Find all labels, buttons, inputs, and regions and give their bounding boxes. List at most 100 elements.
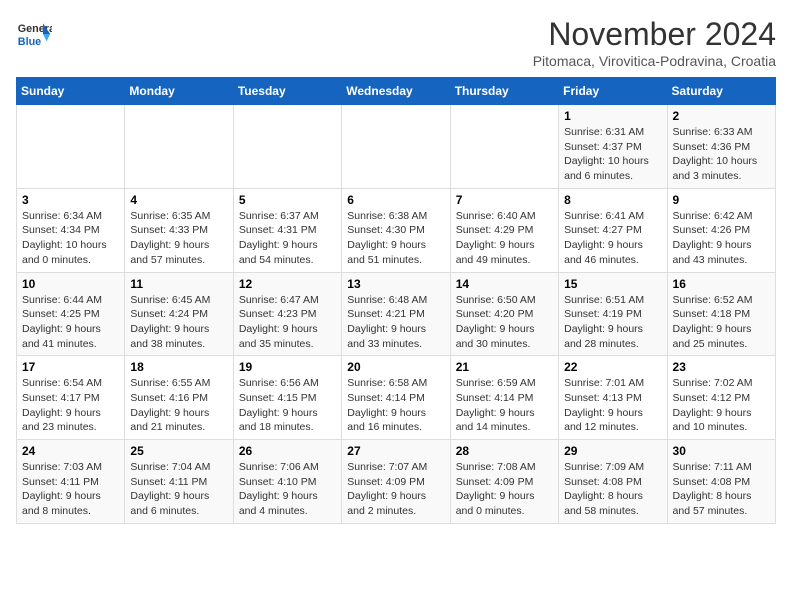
day-info: Sunrise: 6:52 AM Sunset: 4:18 PM Dayligh… (673, 293, 770, 352)
calendar-cell: 4Sunrise: 6:35 AM Sunset: 4:33 PM Daylig… (125, 188, 233, 272)
calendar-cell: 1 Sunrise: 6:31 AM Sunset: 4:37 PM Daylig… (559, 105, 667, 189)
calendar-cell: 29 Sunrise: 7:09 AM Sunset: 4:08 PM Dayli… (559, 440, 667, 524)
day-number: 17 (22, 360, 119, 374)
day-info: Sunrise: 6:37 AM Sunset: 4:31 PM Dayligh… (239, 209, 336, 268)
calendar-cell (450, 105, 558, 189)
calendar-cell: 2Sunrise: 6:33 AM Sunset: 4:36 PM Daylig… (667, 105, 775, 189)
day-info: Sunrise: 7:04 AM Sunset: 4:11 PM Dayligh… (130, 460, 227, 519)
day-info: Sunrise: 6:41 AM Sunset: 4:27 PM Dayligh… (564, 209, 661, 268)
day-number: 13 (347, 277, 444, 291)
calendar-cell: 14 Sunrise: 6:50 AM Sunset: 4:20 PM Dayli… (450, 272, 558, 356)
logo-icon: General Blue (16, 16, 52, 52)
day-number: 19 (239, 360, 336, 374)
day-number: 7 (456, 193, 553, 207)
day-info: Sunrise: 6:31 AM Sunset: 4:37 PM Dayligh… (564, 125, 661, 184)
day-number: 1 (564, 109, 661, 123)
calendar-cell: 22Sunrise: 7:01 AM Sunset: 4:13 PM Dayli… (559, 356, 667, 440)
day-number: 11 (130, 277, 227, 291)
day-info: Sunrise: 6:50 AM Sunset: 4:20 PM Dayligh… (456, 293, 553, 352)
weekday-header-saturday: Saturday (667, 78, 775, 105)
svg-text:Blue: Blue (18, 36, 41, 48)
calendar-cell: 13Sunrise: 6:48 AM Sunset: 4:21 PM Dayli… (342, 272, 450, 356)
day-number: 14 (456, 277, 553, 291)
calendar-cell: 3 Sunrise: 6:34 AM Sunset: 4:34 PM Daylig… (17, 188, 125, 272)
day-number: 3 (22, 193, 119, 207)
week-row-3: 10 Sunrise: 6:44 AM Sunset: 4:25 PM Dayli… (17, 272, 776, 356)
calendar-cell: 23Sunrise: 7:02 AM Sunset: 4:12 PM Dayli… (667, 356, 775, 440)
weekday-header-monday: Monday (125, 78, 233, 105)
day-number: 29 (564, 444, 661, 458)
logo: General Blue (16, 16, 52, 52)
day-number: 18 (130, 360, 227, 374)
day-info: Sunrise: 7:08 AM Sunset: 4:09 PM Dayligh… (456, 460, 553, 519)
week-row-5: 24 Sunrise: 7:03 AM Sunset: 4:11 PM Dayli… (17, 440, 776, 524)
calendar-header: SundayMondayTuesdayWednesdayThursdayFrid… (17, 78, 776, 105)
weekday-header-thursday: Thursday (450, 78, 558, 105)
location-subtitle: Pitomaca, Virovitica-Podravina, Croatia (533, 53, 776, 69)
day-info: Sunrise: 6:44 AM Sunset: 4:25 PM Dayligh… (22, 293, 119, 352)
day-number: 20 (347, 360, 444, 374)
weekday-header-friday: Friday (559, 78, 667, 105)
day-info: Sunrise: 7:02 AM Sunset: 4:12 PM Dayligh… (673, 376, 770, 435)
title-area: November 2024 Pitomaca, Virovitica-Podra… (533, 16, 776, 69)
day-info: Sunrise: 6:56 AM Sunset: 4:15 PM Dayligh… (239, 376, 336, 435)
calendar-cell: 8 Sunrise: 6:41 AM Sunset: 4:27 PM Daylig… (559, 188, 667, 272)
calendar-cell: 12 Sunrise: 6:47 AM Sunset: 4:23 PM Dayli… (233, 272, 341, 356)
day-number: 26 (239, 444, 336, 458)
day-info: Sunrise: 7:09 AM Sunset: 4:08 PM Dayligh… (564, 460, 661, 519)
calendar-cell: 6 Sunrise: 6:38 AM Sunset: 4:30 PM Daylig… (342, 188, 450, 272)
day-number: 8 (564, 193, 661, 207)
day-info: Sunrise: 7:07 AM Sunset: 4:09 PM Dayligh… (347, 460, 444, 519)
day-number: 27 (347, 444, 444, 458)
calendar-cell: 26Sunrise: 7:06 AM Sunset: 4:10 PM Dayli… (233, 440, 341, 524)
day-number: 30 (673, 444, 770, 458)
calendar-cell (17, 105, 125, 189)
calendar-cell: 7 Sunrise: 6:40 AM Sunset: 4:29 PM Daylig… (450, 188, 558, 272)
calendar-cell (233, 105, 341, 189)
day-number: 15 (564, 277, 661, 291)
week-row-1: 1 Sunrise: 6:31 AM Sunset: 4:37 PM Daylig… (17, 105, 776, 189)
day-number: 24 (22, 444, 119, 458)
calendar-table: SundayMondayTuesdayWednesdayThursdayFrid… (16, 77, 776, 524)
day-info: Sunrise: 6:54 AM Sunset: 4:17 PM Dayligh… (22, 376, 119, 435)
calendar-cell: 11Sunrise: 6:45 AM Sunset: 4:24 PM Dayli… (125, 272, 233, 356)
calendar-cell: 28 Sunrise: 7:08 AM Sunset: 4:09 PM Dayli… (450, 440, 558, 524)
calendar-cell (342, 105, 450, 189)
calendar-body: 1 Sunrise: 6:31 AM Sunset: 4:37 PM Daylig… (17, 105, 776, 524)
day-number: 21 (456, 360, 553, 374)
day-info: Sunrise: 6:51 AM Sunset: 4:19 PM Dayligh… (564, 293, 661, 352)
day-number: 16 (673, 277, 770, 291)
weekday-header-tuesday: Tuesday (233, 78, 341, 105)
day-info: Sunrise: 6:38 AM Sunset: 4:30 PM Dayligh… (347, 209, 444, 268)
day-info: Sunrise: 6:33 AM Sunset: 4:36 PM Dayligh… (673, 125, 770, 184)
calendar-cell: 24 Sunrise: 7:03 AM Sunset: 4:11 PM Dayli… (17, 440, 125, 524)
day-number: 28 (456, 444, 553, 458)
week-row-4: 17 Sunrise: 6:54 AM Sunset: 4:17 PM Dayli… (17, 356, 776, 440)
calendar-cell: 19 Sunrise: 6:56 AM Sunset: 4:15 PM Dayli… (233, 356, 341, 440)
calendar-cell: 15 Sunrise: 6:51 AM Sunset: 4:19 PM Dayli… (559, 272, 667, 356)
day-number: 4 (130, 193, 227, 207)
day-number: 12 (239, 277, 336, 291)
calendar-cell: 17 Sunrise: 6:54 AM Sunset: 4:17 PM Dayli… (17, 356, 125, 440)
month-title: November 2024 (533, 16, 776, 53)
weekday-header-wednesday: Wednesday (342, 78, 450, 105)
weekday-header-row: SundayMondayTuesdayWednesdayThursdayFrid… (17, 78, 776, 105)
day-info: Sunrise: 7:11 AM Sunset: 4:08 PM Dayligh… (673, 460, 770, 519)
day-number: 9 (673, 193, 770, 207)
weekday-header-sunday: Sunday (17, 78, 125, 105)
calendar-cell: 27 Sunrise: 7:07 AM Sunset: 4:09 PM Dayli… (342, 440, 450, 524)
calendar-cell: 21 Sunrise: 6:59 AM Sunset: 4:14 PM Dayli… (450, 356, 558, 440)
day-info: Sunrise: 6:59 AM Sunset: 4:14 PM Dayligh… (456, 376, 553, 435)
day-info: Sunrise: 6:40 AM Sunset: 4:29 PM Dayligh… (456, 209, 553, 268)
calendar-cell: 5Sunrise: 6:37 AM Sunset: 4:31 PM Daylig… (233, 188, 341, 272)
day-info: Sunrise: 6:42 AM Sunset: 4:26 PM Dayligh… (673, 209, 770, 268)
day-info: Sunrise: 7:03 AM Sunset: 4:11 PM Dayligh… (22, 460, 119, 519)
calendar-cell: 18Sunrise: 6:55 AM Sunset: 4:16 PM Dayli… (125, 356, 233, 440)
calendar-cell: 9 Sunrise: 6:42 AM Sunset: 4:26 PM Daylig… (667, 188, 775, 272)
day-number: 6 (347, 193, 444, 207)
calendar-cell: 25Sunrise: 7:04 AM Sunset: 4:11 PM Dayli… (125, 440, 233, 524)
day-info: Sunrise: 6:47 AM Sunset: 4:23 PM Dayligh… (239, 293, 336, 352)
day-info: Sunrise: 7:01 AM Sunset: 4:13 PM Dayligh… (564, 376, 661, 435)
day-info: Sunrise: 6:34 AM Sunset: 4:34 PM Dayligh… (22, 209, 119, 268)
day-number: 10 (22, 277, 119, 291)
